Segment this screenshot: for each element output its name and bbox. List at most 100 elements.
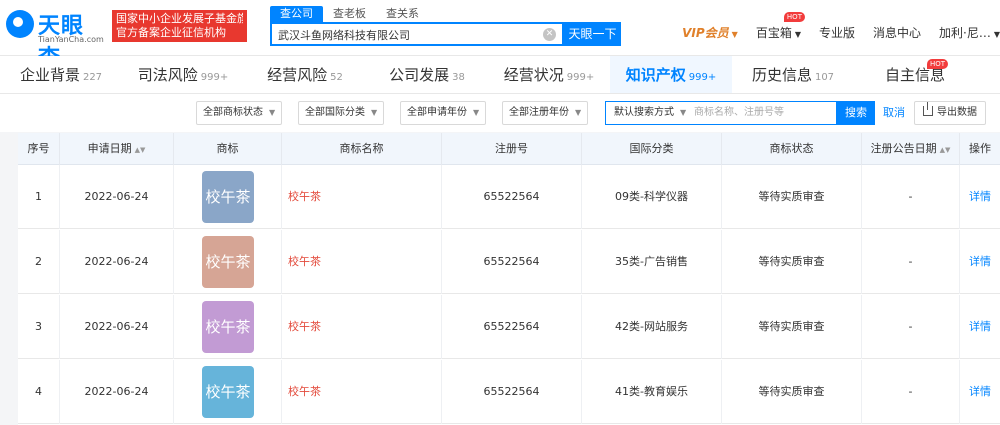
trademark-name[interactable]: 校午茶 [282, 230, 442, 294]
pub-date: - [862, 295, 960, 359]
message-center-link[interactable]: 消息中心 [873, 24, 921, 41]
table-row: 1 2022-06-24 校午茶 校午茶 65522564 09类-科学仪器 等待实质审查 -… [18, 165, 1000, 229]
filter-search-button[interactable]: 搜索 [837, 101, 875, 125]
logo-subtext: TianYanCha.com [38, 35, 104, 44]
intl-class: 09类-科学仪器 [582, 165, 722, 229]
tab-intellectual-property[interactable]: 知识产权 999+ [610, 56, 732, 93]
reg-number: 65522564 [442, 230, 582, 294]
caret-down-icon: ▼ [575, 108, 582, 117]
tab-count: 107 [814, 72, 835, 83]
apply-date: 2022-06-24 [60, 230, 174, 294]
caret-down-icon: ▼ [993, 29, 1000, 39]
dropdown-label: 全部商标状态 [203, 107, 263, 118]
tab-enterprise-background[interactable]: 企业背景 227 [0, 56, 122, 93]
reg-year-dropdown[interactable]: 全部注册年份 ▼ [502, 101, 589, 125]
search-tab-boss[interactable]: 查老板 [323, 6, 376, 22]
trademark-image-cell: 校午茶 [174, 360, 282, 424]
col-header-trademark-name: 商标名称 [282, 133, 442, 165]
trademark-image[interactable]: 校午茶 [202, 301, 254, 353]
filter-cancel-link[interactable]: 取消 [883, 101, 905, 125]
search-mode-label: 默认搜索方式 [614, 107, 674, 118]
detail-link[interactable]: 详情 [960, 295, 1000, 359]
intl-class-dropdown[interactable]: 全部国际分类 ▼ [298, 101, 385, 125]
trademark-name[interactable]: 校午茶 [282, 295, 442, 359]
tab-label: 企业背景 [19, 66, 80, 84]
treasure-box-label: 百宝箱 [755, 25, 792, 40]
col-header-index: 序号 [18, 133, 60, 165]
table-row: 3 2022-06-24 校午茶 校午茶 65522564 42类-网站服务 等待实质审查 -… [18, 295, 1000, 359]
col-header-pub-date[interactable]: 注册公告日期 ▲▼ [862, 133, 960, 165]
trademark-image[interactable]: 校午茶 [202, 171, 254, 223]
tab-history-info[interactable]: 历史信息 107 [732, 56, 854, 93]
row-index: 3 [18, 295, 60, 359]
search-input[interactable]: 武汉斗鱼网络科技有限公司 ✕ [270, 22, 564, 46]
user-menu[interactable]: 加利·尼… ▼ [939, 24, 1000, 41]
tab-label: 经营状况 [503, 66, 564, 84]
pro-version-link[interactable]: 专业版 [819, 24, 855, 41]
section-tabs: 企业背景 227 司法风险 999+ 经营风险 52 公司发展 38 经营状况 999+ … [0, 56, 1000, 94]
tab-judicial-risk[interactable]: 司法风险 999+ [122, 56, 244, 93]
slogan-line-2: 官方备案企业征信机构 [116, 26, 226, 39]
search-type-tabs: 查公司 查老板 查关系 [270, 6, 429, 22]
trademark-status: 等待实质审查 [722, 165, 862, 229]
table-row: 2 2022-06-24 校午茶 校午茶 65522564 35类-广告销售 等待实质审查 -… [18, 230, 1000, 294]
tab-company-development[interactable]: 公司发展 38 [366, 56, 488, 93]
trademark-status-dropdown[interactable]: 全部商标状态 ▼ [196, 101, 283, 125]
treasure-box-menu[interactable]: 百宝箱 ▼ HOT [755, 11, 805, 41]
search-button[interactable]: 天眼一下 [564, 22, 621, 46]
detail-link[interactable]: 详情 [960, 360, 1000, 424]
logo[interactable]: 天眼查 TianYanCha.com [6, 8, 106, 71]
trademark-image-cell: 校午茶 [174, 230, 282, 294]
col-header-reg-no: 注册号 [442, 133, 582, 165]
filter-bar: 全部商标状态 ▼ 全部国际分类 ▼ 全部申请年份 ▼ 全部注册年份 ▼ 默认搜索方式 ▼ … [0, 94, 1000, 132]
apply-date: 2022-06-24 [60, 165, 174, 229]
row-index: 4 [18, 360, 60, 424]
filter-search-combo: 默认搜索方式 ▼ 商标名称、注册号等 [605, 101, 837, 125]
caret-down-icon: ▼ [794, 29, 801, 39]
intl-class: 35类-广告销售 [582, 230, 722, 294]
search-tab-relation[interactable]: 查关系 [376, 6, 429, 22]
vip-menu[interactable]: VIP会员 ▼ [682, 24, 738, 41]
search-input-value: 武汉斗鱼网络科技有限公司 [278, 29, 410, 42]
reg-number: 65522564 [442, 295, 582, 359]
export-data-button[interactable]: 导出数据 [914, 101, 986, 125]
col-header-apply-date[interactable]: 申请日期 ▲▼ [60, 133, 174, 165]
clear-icon[interactable]: ✕ [543, 28, 556, 41]
hot-badge: HOT [926, 59, 948, 69]
user-name: 加利·尼… [939, 25, 991, 40]
trademark-image[interactable]: 校午茶 [202, 366, 254, 418]
pub-date: - [862, 165, 960, 229]
detail-link[interactable]: 详情 [960, 165, 1000, 229]
slogan-line-1: 国家中小企业发展子基金旗下 [116, 12, 243, 25]
col-header-label: 注册公告日期 [870, 142, 937, 155]
sort-icon: ▲▼ [939, 146, 951, 154]
col-header-status: 商标状态 [722, 133, 862, 165]
top-header: 天眼查 TianYanCha.com 国家中小企业发展子基金旗下 官方备案企业征… [0, 0, 1000, 71]
intl-class: 41类-教育娱乐 [582, 360, 722, 424]
tab-self-info[interactable]: 自主信息 HOT [854, 56, 976, 93]
tab-operating-status[interactable]: 经营状况 999+ [488, 56, 610, 93]
table-header: 序号 申请日期 ▲▼ 商标 商标名称 注册号 国际分类 商标状态 注册公告日期 ▲▼… [18, 133, 1000, 165]
caret-down-icon: ▼ [269, 108, 276, 117]
tab-count: 38 [452, 72, 465, 83]
logo-eye-icon [6, 10, 34, 38]
tab-operating-risk[interactable]: 经营风险 52 [244, 56, 366, 93]
trademark-image[interactable]: 校午茶 [202, 236, 254, 288]
sort-icon: ▲▼ [134, 146, 146, 154]
trademark-table: 序号 申请日期 ▲▼ 商标 商标名称 注册号 国际分类 商标状态 注册公告日期 ▲▼… [18, 133, 1000, 425]
trademark-name[interactable]: 校午茶 [282, 360, 442, 424]
filter-keyword-input[interactable]: 商标名称、注册号等 [694, 102, 784, 124]
detail-link[interactable]: 详情 [960, 230, 1000, 294]
trademark-status: 等待实质审查 [722, 295, 862, 359]
tab-label: 知识产权 [625, 66, 686, 84]
search-tab-company[interactable]: 查公司 [270, 6, 323, 22]
col-header-intl-class: 国际分类 [582, 133, 722, 165]
row-index: 2 [18, 230, 60, 294]
trademark-status: 等待实质审查 [722, 360, 862, 424]
search-mode-select[interactable]: 默认搜索方式 ▼ [614, 102, 686, 124]
export-label: 导出数据 [937, 107, 977, 118]
apply-year-dropdown[interactable]: 全部申请年份 ▼ [400, 101, 487, 125]
hot-badge: HOT [783, 11, 805, 22]
col-header-trademark: 商标 [174, 133, 282, 165]
trademark-name[interactable]: 校午茶 [282, 165, 442, 229]
